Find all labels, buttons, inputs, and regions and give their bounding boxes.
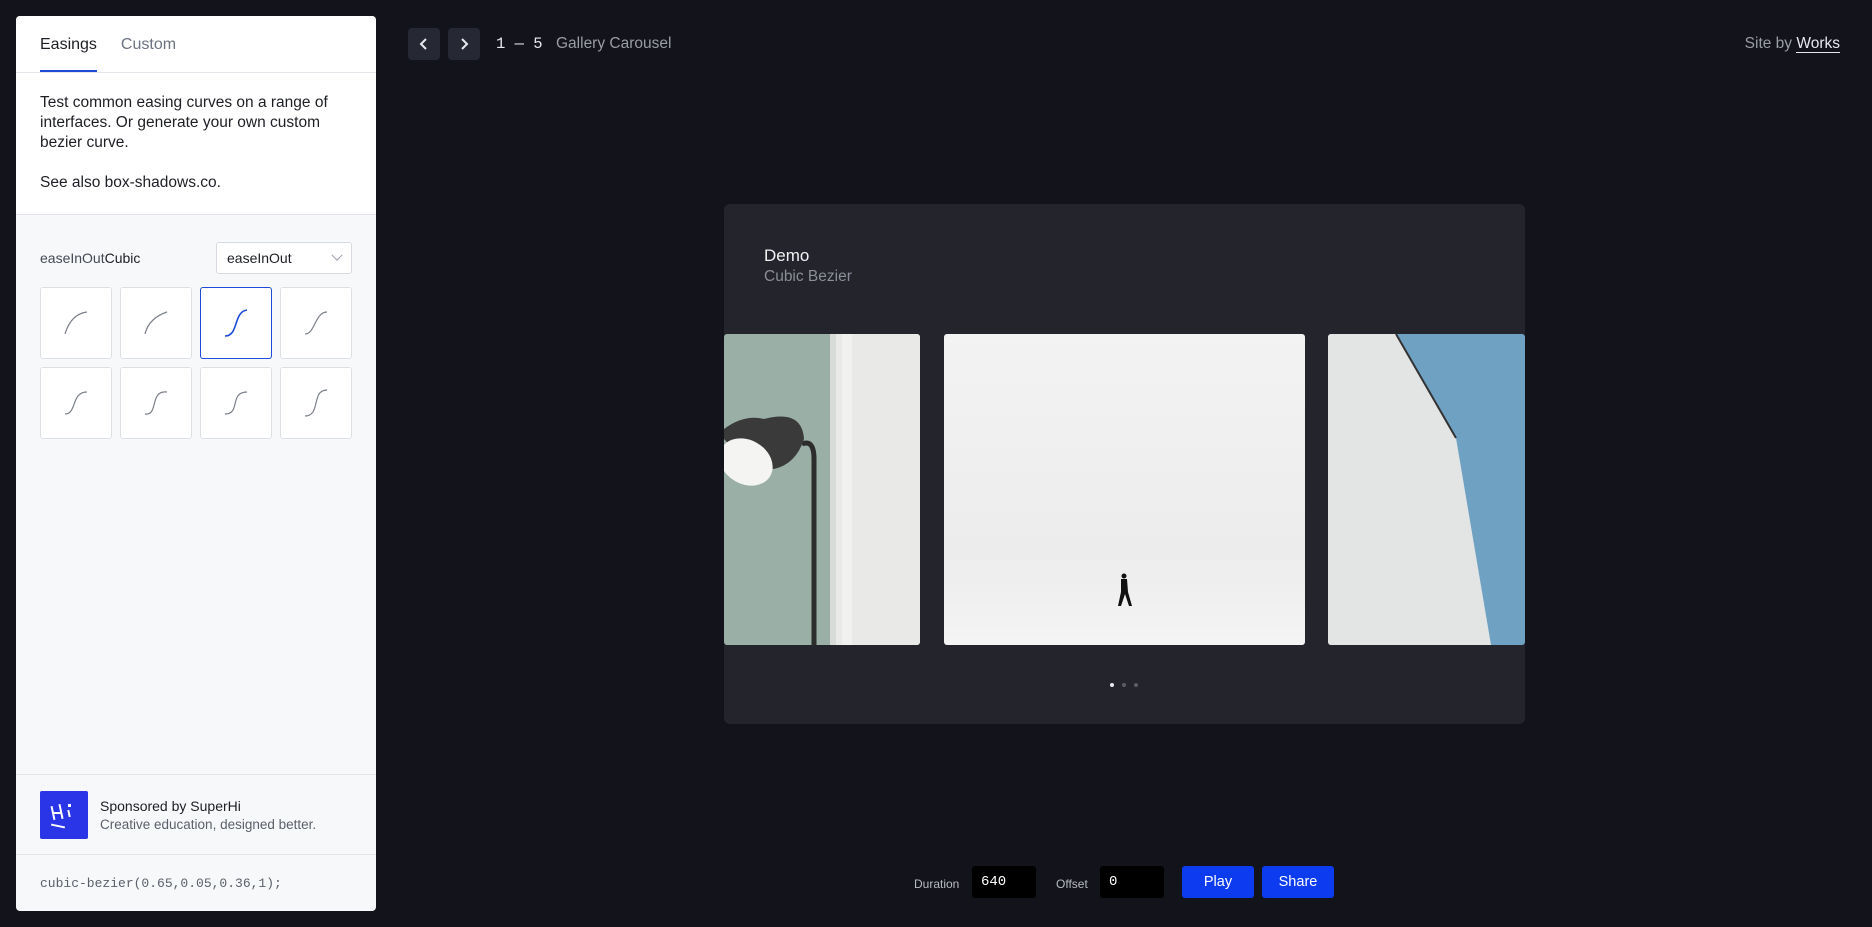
demo-title: Demo	[764, 246, 810, 265]
easing-curve-option[interactable]	[200, 287, 272, 359]
easing-name-suffix: Cubic	[104, 250, 141, 266]
chevron-right-icon	[461, 38, 469, 50]
demo-panel: Demo Cubic Bezier	[724, 204, 1525, 724]
prev-button[interactable]	[408, 28, 440, 60]
easing-curve-option[interactable]	[200, 367, 272, 439]
intro-paragraph: Test common easing curves on a range of …	[40, 94, 328, 151]
bezier-code[interactable]: cubic-bezier(0.65,0.05,0.36,1);	[16, 854, 376, 911]
demo-subtitle: Cubic Bezier	[764, 268, 852, 285]
site-credit-prefix: Site by	[1744, 35, 1793, 52]
tab-custom[interactable]: Custom	[121, 16, 176, 72]
curve-icon	[144, 391, 168, 415]
share-button[interactable]: Share	[1262, 866, 1334, 898]
sidebar-tabs: Easings Custom	[16, 16, 376, 73]
easing-curve-option[interactable]	[40, 287, 112, 359]
easing-name-prefix: easeInOut	[40, 250, 105, 266]
next-button[interactable]	[448, 28, 480, 60]
page-counter: 1 — 5	[496, 35, 543, 53]
curve-icon	[304, 389, 328, 417]
curve-icon	[224, 391, 248, 415]
carousel-slide-snow[interactable]	[944, 334, 1305, 645]
easing-name: easeInOutCubic	[40, 250, 140, 266]
easing-curve-option[interactable]	[120, 367, 192, 439]
chevron-left-icon	[419, 38, 427, 50]
curve-icon	[144, 311, 168, 335]
carousel-dot[interactable]	[1122, 683, 1126, 687]
easing-selector-row: easeInOutCubic easeInOut	[16, 215, 376, 277]
tab-easings[interactable]: Easings	[40, 16, 97, 72]
easing-curve-option[interactable]	[280, 367, 352, 439]
curve-icon	[224, 309, 248, 337]
sponsor-subtitle: Creative education, designed better.	[100, 816, 317, 832]
see-also-link[interactable]: See also box-shadows.co.	[40, 173, 352, 193]
easing-curve-option[interactable]	[120, 287, 192, 359]
lamp-image	[724, 334, 920, 645]
carousel-slide-lamp[interactable]	[724, 334, 920, 645]
building-image	[1328, 334, 1525, 645]
easing-type-value: easeInOut	[227, 250, 292, 266]
snow-walker-image	[944, 334, 1305, 645]
curve-icon	[304, 311, 328, 335]
carousel-slide-building[interactable]	[1328, 334, 1525, 645]
duration-input[interactable]: 640	[972, 866, 1036, 898]
play-button[interactable]: Play	[1182, 866, 1254, 898]
curve-icon	[64, 391, 88, 415]
sponsor-title: Sponsored by SuperHi	[100, 797, 241, 814]
offset-input[interactable]: 0	[1100, 866, 1164, 898]
works-link[interactable]: Works	[1796, 35, 1840, 53]
chevron-down-icon	[331, 249, 343, 261]
curve-icon	[64, 311, 88, 335]
carousel-dot[interactable]	[1110, 683, 1114, 687]
easing-curve-option[interactable]	[280, 287, 352, 359]
duration-label: Duration	[914, 877, 960, 891]
carousel-dots	[1110, 683, 1138, 687]
sidebar: Easings Custom Test common easing curves…	[16, 16, 376, 911]
intro-text: Test common easing curves on a range of …	[16, 73, 376, 215]
site-credit: Site by Works	[1745, 35, 1840, 53]
superhi-logo	[40, 790, 88, 839]
page-title: Gallery Carousel	[556, 35, 672, 52]
carousel-dot[interactable]	[1134, 683, 1138, 687]
easing-curve-option[interactable]	[40, 367, 112, 439]
sponsor-text: Sponsored by SuperHi Creative education,…	[100, 798, 316, 832]
offset-label: Offset	[1056, 877, 1088, 891]
sponsor-block[interactable]: Sponsored by SuperHi Creative education,…	[16, 774, 376, 854]
easing-curve-grid	[16, 277, 376, 439]
easing-type-select[interactable]: easeInOut	[216, 242, 352, 274]
